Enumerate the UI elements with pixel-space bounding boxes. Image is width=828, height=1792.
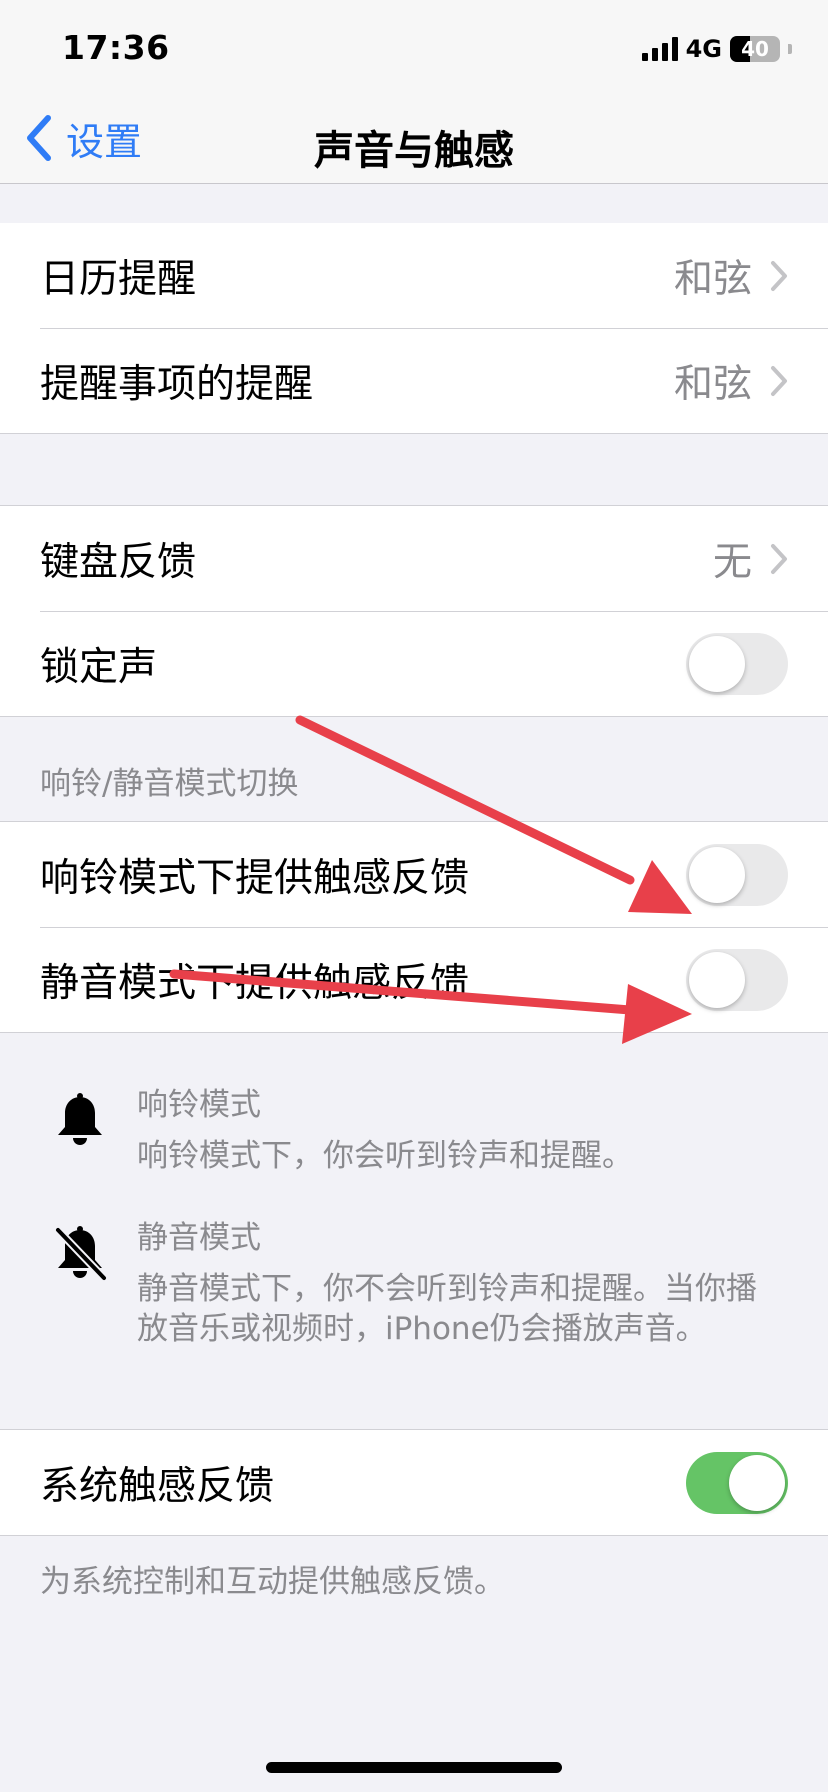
page-title: 声音与触感 <box>314 128 514 174</box>
row-ring-haptics: 响铃模式下提供触感反馈 <box>0 822 828 927</box>
row-calendar-alerts[interactable]: 日历提醒 和弦 <box>0 223 828 328</box>
info-description: 静音模式下，你不会听到铃声和提醒。当你播放音乐或视频时，iPhone仍会播放声音… <box>137 1271 757 1347</box>
row-system-haptics: 系统触感反馈 <box>0 1430 828 1535</box>
ring-silent-group: 响铃模式下提供触感反馈 静音模式下提供触感反馈 <box>0 821 828 1033</box>
status-bar: 17:36 4G 40 <box>0 0 828 100</box>
row-label: 日历提醒 <box>40 256 197 302</box>
row-label: 静音模式下提供触感反馈 <box>40 960 470 1006</box>
system-haptics-footer: 为系统控制和互动提供触感反馈。 <box>40 1564 505 1600</box>
info-description: 响铃模式下，你会听到铃声和提醒。 <box>137 1138 633 1174</box>
row-keyboard-feedback[interactable]: 键盘反馈 无 <box>0 506 828 611</box>
battery-icon: 40 <box>730 36 780 62</box>
row-value: 无 <box>712 539 752 585</box>
row-reminder-alerts[interactable]: 提醒事项的提醒 和弦 <box>0 328 828 433</box>
system-haptics-toggle[interactable] <box>686 1451 788 1514</box>
row-lock-sound: 锁定声 <box>0 611 828 716</box>
row-value: 和弦 <box>673 361 752 407</box>
alerts-group: 日历提醒 和弦 提醒事项的提醒 和弦 <box>0 223 828 434</box>
info-silent-mode: 静音模式 静音模式下，你不会听到铃声和提醒。当你播放音乐或视频时，iPhone仍… <box>0 1216 828 1349</box>
row-label: 响铃模式下提供触感反馈 <box>40 855 470 901</box>
keyboard-group: 键盘反馈 无 锁定声 <box>0 505 828 717</box>
row-label: 锁定声 <box>40 644 158 690</box>
bell-icon <box>58 1093 102 1145</box>
signal-icon <box>641 37 678 61</box>
row-label: 键盘反馈 <box>40 539 197 585</box>
row-value: 和弦 <box>673 256 752 302</box>
ring-haptics-toggle[interactable] <box>686 843 788 906</box>
section-header-ring-silent: 响铃/静音模式切换 <box>40 766 299 802</box>
info-ring-mode: 响铃模式 响铃模式下，你会听到铃声和提醒。 <box>0 1083 828 1176</box>
row-silent-haptics: 静音模式下提供触感反馈 <box>0 927 828 1032</box>
silent-haptics-toggle[interactable] <box>686 948 788 1011</box>
info-title: 响铃模式 <box>137 1087 261 1123</box>
row-label: 提醒事项的提醒 <box>40 361 314 407</box>
navigation-bar: 设置 声音与触感 <box>0 100 828 184</box>
battery-level: 40 <box>741 37 769 61</box>
battery-cap <box>788 44 792 54</box>
status-indicators: 4G 40 <box>641 34 792 64</box>
row-label: 系统触感反馈 <box>40 1463 275 1509</box>
info-title: 静音模式 <box>137 1220 261 1256</box>
system-haptics-group: 系统触感反馈 <box>0 1429 828 1536</box>
chevron-right-icon <box>771 260 787 291</box>
chevron-right-icon <box>771 543 787 574</box>
lock-sound-toggle[interactable] <box>686 632 788 695</box>
network-type: 4G <box>685 35 722 63</box>
bell-slash-icon <box>54 1226 108 1282</box>
chevron-right-icon <box>771 365 787 396</box>
home-indicator[interactable] <box>266 1762 562 1773</box>
settings-content: 日历提醒 和弦 提醒事项的提醒 和弦 键盘反馈 无 锁定声 响铃/静音模式切换 … <box>0 185 828 1601</box>
status-time: 17:36 <box>62 28 170 67</box>
